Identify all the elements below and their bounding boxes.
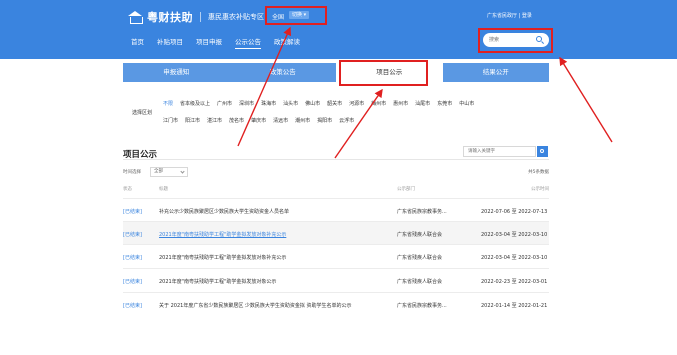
tab-highlight-box	[339, 60, 428, 86]
logo-subtitle: 惠民惠农补贴专区	[208, 13, 264, 21]
tab-apply-notice[interactable]: 申报通知	[123, 63, 230, 82]
region-option[interactable]: 深圳市	[239, 100, 254, 107]
time-filter-value: 全部	[154, 169, 163, 174]
row-status: [已结束]	[123, 303, 142, 309]
logo-divider	[200, 12, 201, 22]
region-filter-label: 选择区划	[132, 110, 153, 116]
search-highlight-box	[478, 28, 553, 53]
list-search-input[interactable]	[464, 147, 535, 156]
region-option[interactable]: 清远市	[273, 117, 288, 124]
region-option[interactable]: 省本级及以上	[180, 100, 210, 107]
table-row[interactable]: [已结束] 2021年度"南粤扶残助学工程"助学金拟发放对象补充公示 广东省残疾…	[123, 221, 549, 244]
page: 粤财扶助 惠民惠农补贴专区 全国 切换 ▾ 广东省民政厅 | 登录 首页 补贴项…	[0, 0, 677, 355]
region-option[interactable]: 中山市	[459, 100, 474, 107]
row-date: 2022-03-04 至 2022-03-10	[481, 232, 548, 238]
nav-subsidy-projects[interactable]: 补贴项目	[157, 36, 183, 49]
search-icon	[540, 148, 544, 153]
table-row[interactable]: [已结束] 补充公示少数民族聚居区少数民族大学生资助资金人员名单 广东省民族宗教…	[123, 198, 549, 221]
list-search-field[interactable]	[463, 146, 536, 157]
region-option[interactable]: 云浮市	[339, 117, 354, 124]
table-header: 状态 标题 公示部门 公示时间	[123, 186, 549, 194]
category-tabs: 申报通知 政策公告 项目公示 结果公开	[123, 63, 549, 82]
row-dept: 广东省残疾人联合会	[397, 232, 443, 238]
region-option[interactable]: 佛山市	[305, 100, 320, 107]
region-option[interactable]: 不限	[163, 100, 173, 107]
region-option[interactable]: 汕尾市	[415, 100, 430, 107]
region-option[interactable]: 广州市	[217, 100, 232, 107]
row-title[interactable]: 关于 2021年度广东省少数民族聚居区 少数民族大学生资助资金拟 资助学生名单的…	[159, 302, 352, 309]
region-filter: 选择区划 不限 省本级及以上 广州市 深圳市 珠海市 汕头市 佛山市 韶关市 河…	[123, 94, 549, 130]
nav-home[interactable]: 首页	[131, 36, 144, 49]
header-bar: 粤财扶助 惠民惠农补贴专区 全国 切换 ▾ 广东省民政厅 | 登录 首页 补贴项…	[0, 0, 677, 59]
row-status: [已结束]	[123, 232, 142, 238]
region-row-2: 江门市 阳江市 湛江市 茂名市 肇庆市 清远市 潮州市 揭阳市 云浮市	[163, 117, 354, 124]
table-row[interactable]: [已结束] 2021年度"南粤扶残助学工程"助学金拟发放对象公示 广东省残疾人联…	[123, 268, 549, 291]
col-title: 标题	[159, 187, 168, 192]
header-user-links[interactable]: 广东省民政厅 | 登录	[487, 12, 532, 19]
tab-result-public[interactable]: 结果公开	[443, 63, 550, 82]
time-filter-select[interactable]: 全部	[150, 167, 188, 177]
row-title[interactable]: 2021年度"南粤扶残助学工程"助学金拟发放对象补充公示	[159, 254, 286, 261]
region-option[interactable]: 肇庆市	[251, 117, 266, 124]
building-icon	[128, 10, 143, 24]
region-option[interactable]: 河源市	[349, 100, 364, 107]
region-option[interactable]: 韶关市	[327, 100, 342, 107]
section-divider	[123, 159, 549, 160]
site-logo[interactable]: 粤财扶助 惠民惠农补贴专区	[128, 9, 264, 25]
region-option[interactable]: 汕头市	[283, 100, 298, 107]
row-title[interactable]: 补充公示少数民族聚居区少数民族大学生资助资金人员名单	[159, 208, 289, 215]
col-dept: 公示部门	[397, 187, 415, 192]
time-filter: 时间选择 全部 共5条数据	[123, 167, 549, 177]
row-status: [已结束]	[123, 279, 142, 285]
row-dept: 广东省民族宗教事务...	[397, 303, 447, 309]
row-date: 2022-07-06 至 2022-07-13	[481, 209, 548, 215]
row-date: 2022-03-04 至 2022-03-10	[481, 255, 548, 261]
tab-policy-announce[interactable]: 政策公告	[230, 63, 337, 82]
region-option[interactable]: 江门市	[163, 117, 178, 124]
region-option[interactable]: 梅州市	[371, 100, 386, 107]
col-status: 状态	[123, 187, 132, 192]
logo-text: 粤财扶助	[147, 11, 193, 24]
nav-policy[interactable]: 政策解读	[274, 36, 300, 49]
row-date: 2022-01-14 至 2022-01-21	[481, 303, 548, 309]
region-option[interactable]: 东莞市	[437, 100, 452, 107]
arrow-to-search	[559, 56, 613, 143]
region-option[interactable]: 湛江市	[207, 117, 222, 124]
region-option[interactable]: 茂名市	[229, 117, 244, 124]
row-status: [已结束]	[123, 209, 142, 215]
region-row-1: 不限 省本级及以上 广州市 深圳市 珠海市 汕头市 佛山市 韶关市 河源市 梅州…	[163, 100, 474, 107]
row-title[interactable]: 2021年度"南粤扶残助学工程"助学金拟发放对象补充公示	[159, 231, 286, 238]
region-option[interactable]: 潮州市	[295, 117, 310, 124]
nav-announcements[interactable]: 公示公告	[235, 36, 261, 49]
region-option[interactable]: 揭阳市	[317, 117, 332, 124]
list-search-button[interactable]	[537, 146, 548, 157]
col-date: 公示时间	[531, 187, 549, 192]
table-row[interactable]: [已结束] 关于 2021年度广东省少数民族聚居区 少数民族大学生资助资金拟 资…	[123, 292, 549, 315]
region-highlight-box	[265, 6, 327, 25]
region-option[interactable]: 惠州市	[393, 100, 408, 107]
row-dept: 广东省残疾人联合会	[397, 279, 443, 285]
row-date: 2022-02-23 至 2022-03-01	[481, 279, 548, 285]
row-dept: 广东省民族宗教事务...	[397, 209, 447, 215]
region-option[interactable]: 珠海市	[261, 100, 276, 107]
main-nav: 首页 补贴项目 项目申报 公示公告 政策解读	[131, 36, 300, 49]
total-count: 共5条数据	[528, 170, 549, 175]
nav-project-apply[interactable]: 项目申报	[196, 36, 222, 49]
region-option[interactable]: 阳江市	[185, 117, 200, 124]
chevron-down-icon	[180, 169, 185, 174]
table-row[interactable]: [已结束] 2021年度"南粤扶残助学工程"助学金拟发放对象补充公示 广东省残疾…	[123, 244, 549, 267]
row-dept: 广东省残疾人联合会	[397, 255, 443, 261]
row-status: [已结束]	[123, 255, 142, 261]
time-filter-label: 时间选择	[123, 170, 141, 175]
row-title[interactable]: 2021年度"南粤扶残助学工程"助学金拟发放对象公示	[159, 278, 276, 285]
